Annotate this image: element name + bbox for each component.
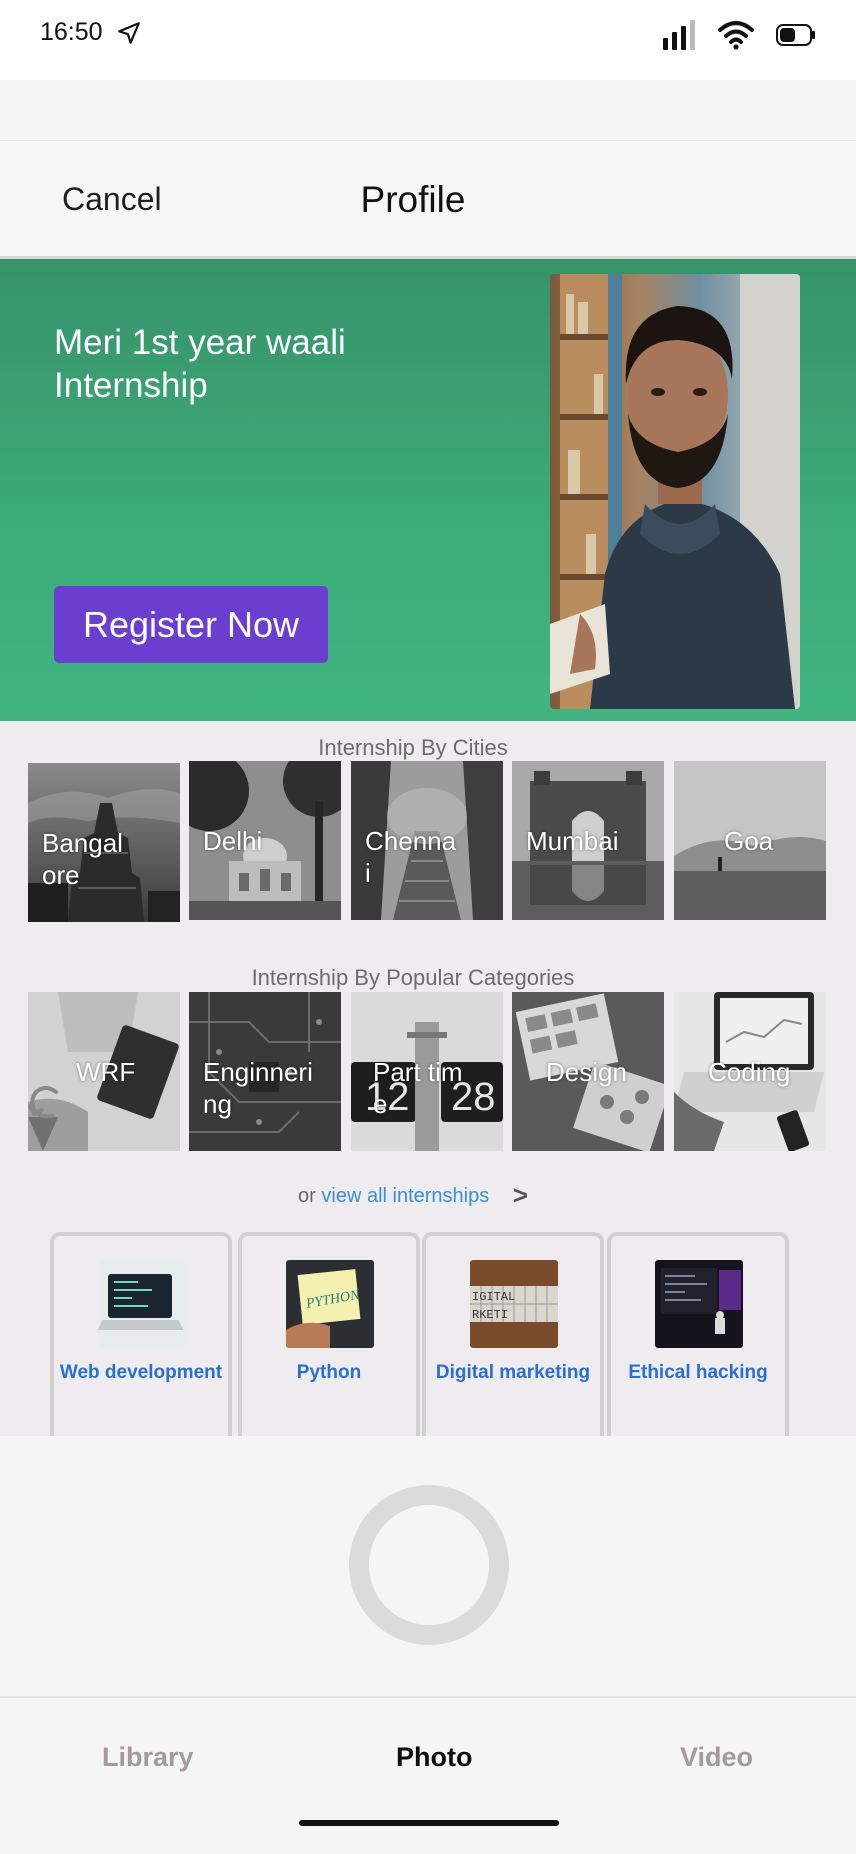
city-label: Bangalore [42,828,123,890]
view-all-internships-link[interactable]: view all internships [321,1185,489,1207]
hero-banner: Meri 1st year waali Internship Register … [0,259,856,721]
category-tile-part-time[interactable]: 12 28 Part time [351,992,503,1151]
city-tile-mumbai[interactable]: Mumbai [512,761,664,920]
mode-tab-bar: Library Photo Video [0,1696,856,1854]
course-label: Ethical hacking [628,1362,768,1383]
category-label: Enginnering [203,1057,313,1119]
signal-icon [662,20,696,55]
category-tile-wrf[interactable]: WRF [28,992,180,1151]
svg-text:IGITAL: IGITAL [472,1290,515,1304]
city-label: Mumbai [526,826,619,856]
view-all-row: or view all internships > [0,1178,826,1210]
shutter-button[interactable] [349,1485,509,1645]
course-card-digital-marketing[interactable]: IGITAL RKETI Digital marketing [422,1232,604,1436]
page-title: Profile [360,179,466,220]
city-label: Goa [724,826,774,856]
register-now-button[interactable]: Register Now [54,586,328,663]
city-label: Chennai [365,826,457,888]
laptop-code-thumbnail [98,1260,186,1348]
tab-library[interactable]: Library [102,1742,194,1773]
city-tile-goa[interactable]: Goa [674,761,826,920]
course-card-web-development[interactable]: Web development [50,1232,232,1436]
course-label: Web development [59,1362,223,1383]
course-label: Python [296,1362,362,1383]
top-strip [0,80,856,141]
category-label: Design [546,1057,627,1087]
city-tile-delhi[interactable]: Delhi [189,761,341,920]
hero-title: Meri 1st year waali Internship [54,323,346,405]
cities-section-title: Internship By Cities [318,735,508,760]
course-card-ethical-hacking[interactable]: Ethical hacking [607,1232,789,1436]
city-tile-chennai[interactable]: Chennai [351,761,503,920]
home-indicator[interactable] [299,1820,559,1826]
category-label: WRF [76,1057,136,1087]
category-tile-enginnering[interactable]: Enginnering [189,992,341,1151]
hero-person-image [550,274,800,709]
view-all-prefix: or [298,1185,316,1207]
course-card-python[interactable]: PYTHON Python [238,1232,420,1436]
status-time: 16:50 [40,18,103,46]
wifi-icon [718,20,754,55]
category-tile-design[interactable]: Design [512,992,664,1151]
course-label: Digital marketing [435,1362,591,1383]
tab-video[interactable]: Video [680,1742,753,1773]
status-bar: 16:50 [0,0,856,80]
digital-marketing-thumbnail: IGITAL RKETI [470,1260,558,1348]
svg-text:RKETI: RKETI [472,1308,508,1322]
category-label: Part time [373,1057,463,1119]
battery-icon [776,24,816,51]
categories-section-title: Internship By Popular Categories [251,965,575,990]
chevron-right-icon[interactable]: > [513,1180,528,1210]
ethical-hacking-thumbnail [655,1260,743,1348]
category-tile-coding[interactable]: Coding [674,992,826,1151]
tab-photo[interactable]: Photo [396,1742,472,1773]
category-label: Coding [708,1057,791,1087]
city-label: Delhi [203,826,263,856]
python-note-thumbnail: PYTHON [286,1260,374,1348]
nav-bar: Cancel Profile [0,141,856,259]
city-tile-bangalore[interactable]: Bangalore [28,763,180,922]
location-arrow-icon [116,20,142,51]
refresh-icon[interactable] [28,1082,62,1127]
